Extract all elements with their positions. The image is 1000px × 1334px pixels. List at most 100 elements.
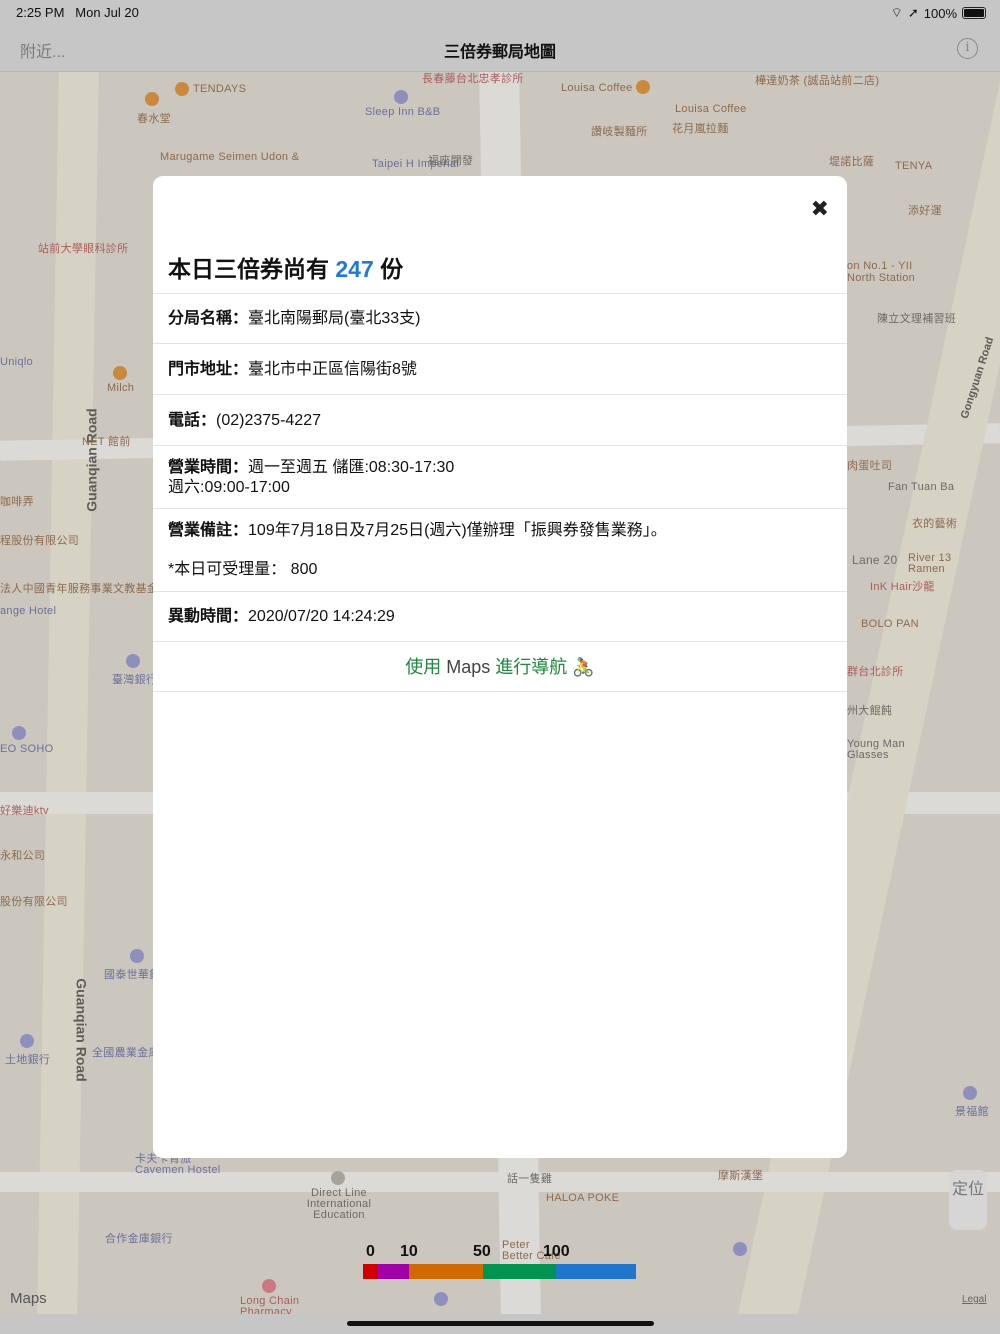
poi-label[interactable]: 臺灣銀行 [112,671,157,687]
apple-maps-logo: Maps [10,1290,47,1307]
parking-pin-icon[interactable] [733,1242,747,1256]
poi-label[interactable]: 股份有限公司 [0,893,68,909]
road-name: Guanqian Road [73,978,90,1082]
navigation-bar: 附近... 三倍券郵局地圖 i [0,24,1000,72]
battery-icon [962,7,986,19]
poi-label[interactable]: 春水堂 [137,110,171,126]
home-indicator [0,1314,1000,1334]
poi-label[interactable]: TENYA [895,160,932,172]
notes-row: 營業備註：109年7月18日及7月25日(週六)僅辦理「振興券發售業務」。 *本日… [153,508,847,591]
poi-label[interactable]: 景福館 [955,1103,989,1119]
poi-label[interactable]: Fan Tuan Ba [888,481,954,493]
row-label: 營業時間： [168,459,249,476]
poi-label[interactable]: 好樂迪ktv [0,802,49,818]
poi-label[interactable]: River 13 Ramen [908,553,953,575]
row-label: 門市地址： [168,361,249,378]
poi-label[interactable]: 永和公司 [0,847,45,863]
address-row: 門市地址：臺北市中正區信陽街8號 [153,343,847,394]
cafe-pin-icon[interactable] [113,366,127,380]
poi-label[interactable]: 群台北診所 [847,663,904,679]
legend-segment [409,1264,483,1279]
poi-label[interactable]: 肉蛋吐司 [847,457,892,473]
poi-label[interactable]: 全國農業金庫 [92,1044,160,1060]
poi-label[interactable]: Louisa Coffee [675,103,747,115]
poi-label[interactable]: 州大餛飩 [847,702,892,718]
row-value: 臺北南陽郵局(臺北33支) [248,310,421,327]
battery-percent: 100% [923,5,957,21]
poi-label[interactable]: TENDAYS [193,83,246,95]
row-label: 電話： [168,412,217,429]
bank-pin-icon[interactable] [130,949,144,963]
row-value: 2020/07/20 14:24:29 [248,608,395,625]
poi-label[interactable]: 衣的藝術 [912,515,957,531]
legend-segment [363,1264,378,1279]
phone-value[interactable]: (02)2375-4227 [216,412,321,429]
poi-label[interactable]: BOLO PAN [861,618,919,630]
poi-label[interactable]: 堤諾比薩 [829,153,874,169]
poi-label[interactable]: Sleep Inn B&B [365,106,440,118]
poi-label[interactable]: 樺達奶茶 (誠品站前二店) [755,72,879,88]
maps-logo-text: Maps [10,1290,47,1307]
updated-time-row: 異動時間：2020/07/20 14:24:29 [153,591,847,641]
row-label: 營業備註： [168,522,249,539]
poi-label[interactable]: 讚岐製麵所 [591,123,648,139]
hotel-pin-icon[interactable] [12,726,26,740]
poi-label[interactable]: Long Chain Pharmacy [240,1296,310,1315]
row-value: 臺北市中正區信陽街8號 [248,361,417,378]
locate-button[interactable]: 定位 [949,1170,987,1230]
poi-label[interactable]: 摩斯漢堡 [718,1167,763,1183]
maps-text: Maps [446,657,491,677]
poi-label[interactable]: Louisa Coffee [561,82,633,94]
hotel-pin-icon[interactable] [963,1086,977,1100]
poi-label[interactable]: ange Hotel [0,605,56,617]
poi-label[interactable]: Direct Line International Education [303,1188,375,1221]
cafe-pin-icon[interactable] [636,80,650,94]
legend-segment [483,1264,556,1279]
poi-label[interactable]: 添好運 [908,202,942,218]
restaurant-pin-icon[interactable] [175,82,189,96]
poi-label[interactable]: 花月嵐拉麵 [672,120,729,136]
poi-label[interactable]: 法人中國青年服務事業文教基金 [0,580,158,596]
poi-label[interactable]: 程股份有限公司 [0,532,79,548]
poi-label[interactable]: 話一隻雞 [507,1170,552,1186]
hotel-pin-icon[interactable] [394,90,408,104]
bank-pin-icon[interactable] [126,654,140,668]
poi-label[interactable]: 陳立文理補習班 [877,310,956,326]
status-date: Mon Jul 20 [75,5,139,20]
poi-label[interactable]: 合作金庫銀行 [105,1230,173,1246]
navigate-text: 進行導航 [490,657,573,677]
wifi-icon: ⌔ [890,5,903,20]
poi-label[interactable]: NET 館前 [82,433,131,449]
legend-tick: 10 [400,1243,418,1260]
headline-text: 本日三倍券尚有 [168,256,336,282]
poi-label[interactable]: Young Man Glasses [847,739,907,761]
bank-pin-icon[interactable] [20,1034,34,1048]
poi-label[interactable]: Uniqlo [0,356,33,368]
legal-link[interactable]: Legal [962,1294,986,1305]
row-label: 分局名稱： [168,310,249,327]
poi-label[interactable]: Lane 20 [852,553,897,567]
poi-label[interactable]: HALOA POKE [546,1192,619,1204]
status-bar: 2:25 PM Mon Jul 20 ⌔ ➚ 100% [0,0,1000,24]
poi-label[interactable]: Milch [107,382,134,394]
row-label: 異動時間： [168,608,249,625]
legend-tick: 0 [366,1243,375,1260]
info-icon[interactable]: i [957,38,978,59]
poi-label[interactable]: 福座開發 [428,152,473,168]
poi-label[interactable]: on No.1 - YII North Station [847,260,917,284]
poi-label[interactable]: EO SOHO [0,743,53,755]
poi-label[interactable]: 長春藤台北忠孝診所 [422,72,524,86]
poi-label[interactable]: 土地銀行 [5,1051,50,1067]
place-pin-icon[interactable] [331,1171,345,1185]
pharmacy-pin-icon[interactable] [262,1279,276,1293]
cafe-pin-icon[interactable] [145,92,159,106]
poi-label[interactable]: Marugame Seimen Udon & [160,151,299,163]
row-value: 週一至週五 儲匯:08:30-17:30 [248,459,455,476]
atm-pin-icon[interactable] [434,1292,448,1306]
poi-label[interactable]: 咖啡弄 [0,493,34,509]
close-icon[interactable]: ✖ [811,196,829,222]
location-arrow-icon: ➚ [907,5,919,20]
poi-label[interactable]: 站前大學眼科診所 [38,240,128,256]
poi-label[interactable]: InK Hair沙龍 [870,578,935,594]
navigate-with-maps-button[interactable]: 使用 Maps 進行導航 🚴 [153,641,847,692]
